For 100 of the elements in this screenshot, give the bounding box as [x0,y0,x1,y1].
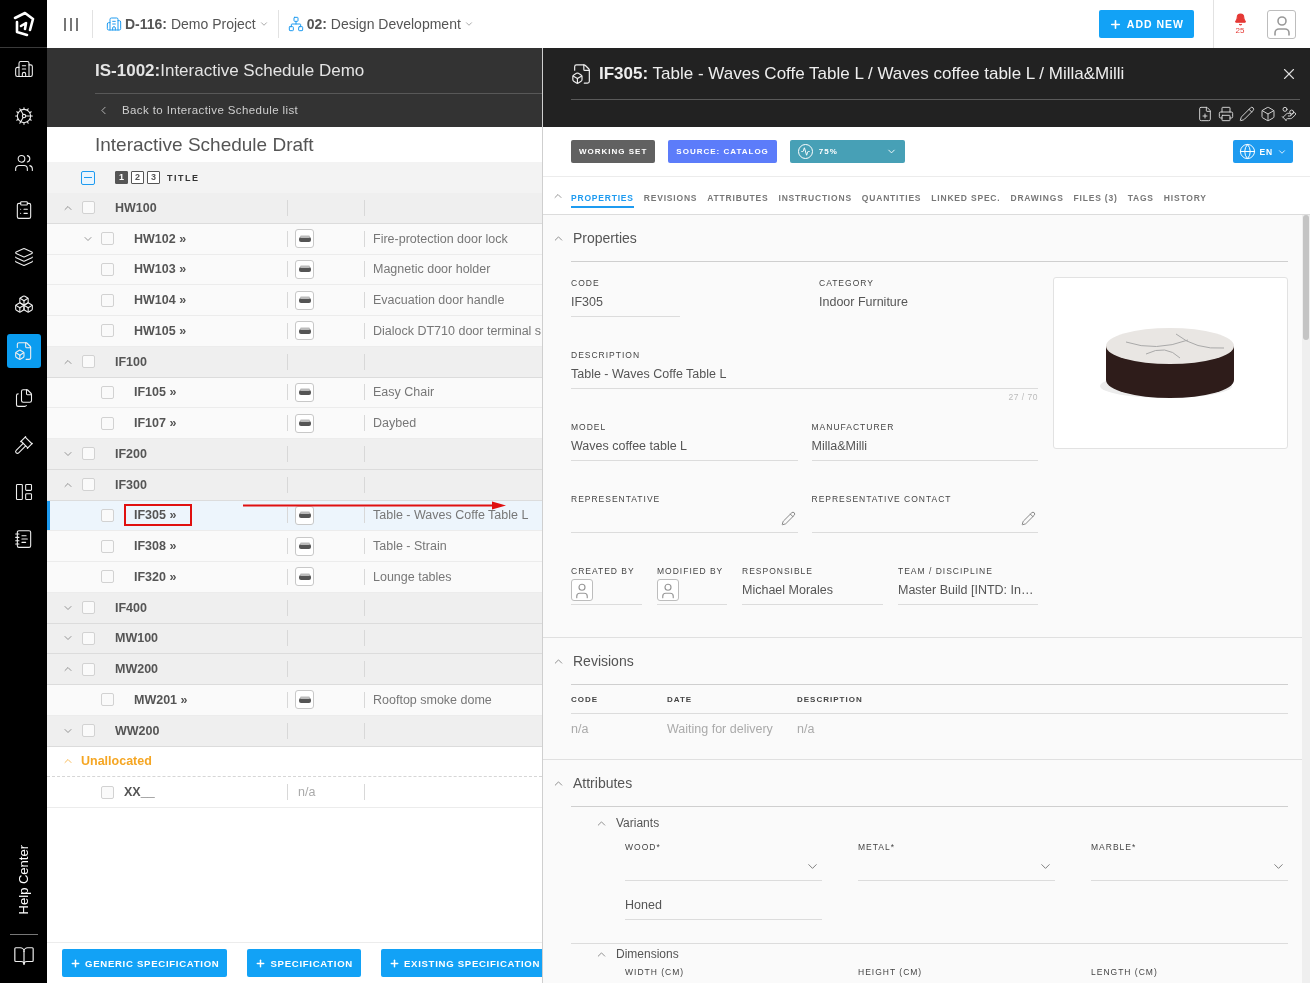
checkbox[interactable] [82,724,95,738]
text-field[interactable]: IF305 [571,293,680,317]
checkbox[interactable] [101,539,114,553]
text-field[interactable] [571,509,798,533]
checkbox[interactable] [101,508,114,522]
item-code-link[interactable]: IF305 » [134,508,177,523]
group-row[interactable]: WW200 [47,715,542,747]
checkbox[interactable] [101,570,114,584]
checkbox[interactable] [82,601,95,615]
back-link[interactable]: Back to Interactive Schedule list [95,94,299,126]
gear-icon [13,106,34,126]
tab[interactable]: FILES (3) [1073,189,1118,208]
tab[interactable]: HISTORY [1163,189,1207,208]
logo-icon[interactable] [11,10,36,37]
item-row[interactable]: IF107 » Daybed [47,408,542,439]
group-row[interactable]: MW200 [47,654,542,685]
text-field[interactable]: Michael Morales [742,581,883,605]
item-row[interactable]: HW102 » Fire-protection door lock [47,223,542,255]
scrollbar[interactable] [1302,215,1310,983]
checkbox[interactable] [82,355,95,369]
checkbox[interactable] [101,385,114,399]
tab[interactable]: INSTRUCTIONS [778,189,852,208]
item-code-link[interactable]: HW102 » [134,231,187,246]
select-all-checkbox[interactable] [81,170,95,185]
phase-selector[interactable]: 02: Design Development [287,16,474,32]
checkbox[interactable] [101,416,114,430]
item-description: Daybed [373,416,417,431]
group-row[interactable]: IF300 [47,469,542,501]
tab[interactable]: LINKED SPEC. [931,189,1001,208]
checkbox[interactable] [82,447,95,461]
notifications-button[interactable]: 25 [1233,13,1247,35]
tab[interactable]: TAGS [1127,189,1154,208]
item-row[interactable]: HW103 » Magnetic door holder [47,254,542,286]
item-code-link[interactable]: IF105 » [134,385,177,400]
item-description: Magnetic door holder [373,262,491,277]
checkbox[interactable] [101,232,114,246]
item-code-link[interactable]: HW105 » [134,323,187,338]
section-title: Properties [573,230,637,246]
text-field[interactable]: Master Build [INTD: In… [898,581,1038,605]
columns-icon[interactable] [64,17,78,31]
checkbox[interactable] [101,262,114,276]
printer-icon[interactable] [1218,105,1234,122]
item-row[interactable]: IF305 » Table - Waves Coffe Table L [47,500,542,532]
text-field[interactable]: Table - Waves Coffe Table L [571,365,1038,389]
caret-icon [463,19,474,29]
checkbox[interactable] [101,785,114,799]
text-field[interactable]: Waves coffee table L [571,437,798,461]
tab[interactable]: ATTRIBUTES [707,189,769,208]
group-row[interactable]: IF100 [47,346,542,378]
group-row[interactable]: MW100 [47,623,542,655]
level-button[interactable]: 2 [131,171,144,184]
checkbox[interactable] [101,293,114,307]
group-code: WW200 [115,723,160,738]
checkbox[interactable] [82,631,95,645]
text-field[interactable]: Honed [625,896,822,920]
text-field[interactable]: Milla&Milli [811,437,1038,461]
project-selector[interactable]: D-116: Demo Project [106,16,269,32]
nav-button[interactable] [6,334,41,368]
item-description: Table - Waves Coffe Table L [373,508,529,523]
item-description: Easy Chair [373,385,435,400]
help-center-link[interactable]: Help Center [16,844,31,914]
checkbox[interactable] [82,201,95,215]
item-code-link[interactable]: HW103 » [134,262,187,277]
item-row[interactable]: HW104 » Evacuation door handle [47,285,542,316]
field-label: DESCRIPTION [571,349,641,361]
group-row[interactable]: IF200 [47,439,542,470]
checkbox[interactable] [82,662,95,676]
field-label: REPRESENTATIVE [571,493,661,505]
item-description: Evacuation door handle [373,293,505,308]
group-row[interactable]: IF400 [47,592,542,624]
cube-icon[interactable] [1260,105,1276,122]
item-code-link[interactable]: IF320 » [134,569,177,584]
checkbox[interactable] [101,324,114,338]
level-button[interactable]: 1 [115,171,128,184]
item-row[interactable]: MW201 » Rooftop smoke dome [47,685,542,716]
checkbox[interactable] [82,478,95,492]
item-code-link[interactable]: IF107 » [134,416,177,431]
text-field[interactable] [811,509,1038,533]
group-row[interactable]: HW100 [47,193,542,224]
item-code-link[interactable]: XX__ [124,785,155,800]
item-row[interactable]: IF105 » Easy Chair [47,377,542,409]
checkbox[interactable] [101,693,114,707]
item-row[interactable]: IF320 » Lounge tables [47,562,542,593]
tab[interactable]: QUANTITIES [861,189,922,208]
document-plus-icon[interactable] [1197,105,1213,122]
tab[interactable]: REVISIONS [643,189,698,208]
item-description: Fire-protection door lock [373,231,508,246]
item-row[interactable]: IF308 » Table - Strain [47,531,542,562]
field-label: METAL* [858,841,896,853]
avatar-icon[interactable] [1267,9,1296,39]
tab[interactable]: DRAWINGS [1010,189,1064,208]
item-code-link[interactable]: MW201 » [134,692,188,707]
item-row[interactable]: HW105 » Dialock DT710 door terminal s [47,316,542,347]
group-code: MW100 [115,631,159,646]
avatar-icon [657,579,679,601]
item-code-link[interactable]: IF308 » [134,539,177,554]
level-button[interactable]: 3 [147,171,160,184]
item-code-link[interactable]: HW104 » [134,293,187,308]
book-icon[interactable] [12,945,35,967]
hand-coins-icon[interactable] [1281,105,1297,122]
